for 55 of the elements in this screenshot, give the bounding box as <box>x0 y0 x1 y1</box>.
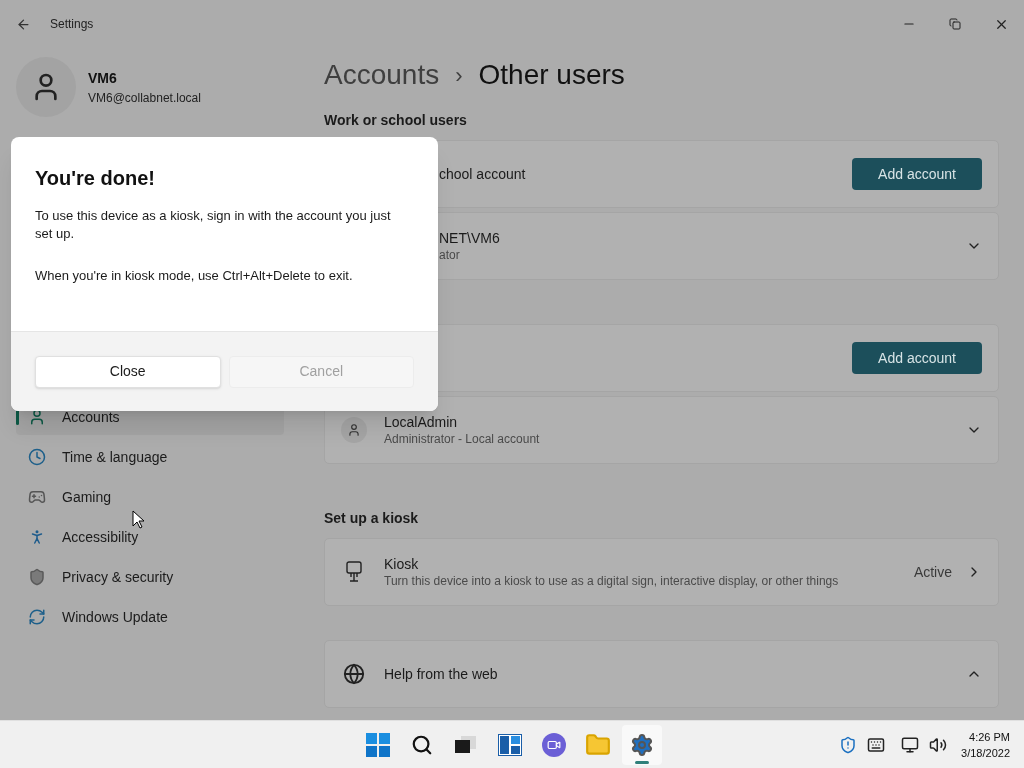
widgets-icon <box>498 734 522 756</box>
clock-date[interactable]: 3/18/2022 <box>961 744 1010 761</box>
card-title: NET\VM6 <box>439 228 500 247</box>
card-subtitle: ator <box>439 246 461 264</box>
sidebar-item[interactable]: Time & language <box>16 439 284 475</box>
section-heading: Work or school users <box>324 111 468 130</box>
card-label: chool account <box>439 164 526 184</box>
section-heading: Set up a kiosk <box>324 509 420 528</box>
network-icon[interactable] <box>901 735 920 754</box>
sidebar-item[interactable]: Privacy & security <box>16 559 284 595</box>
dialog-title: You're done! <box>35 166 156 191</box>
update-icon <box>28 608 46 626</box>
user-email: VM6@collabnet.local <box>88 89 201 107</box>
kiosk-icon <box>345 561 363 583</box>
settings-card[interactable]: Kiosk Turn this device into a kiosk to use as a digital sign, interactive display, or other things Active <box>324 538 999 606</box>
clock-icon <box>28 448 46 466</box>
settings-card[interactable]: LocalAdmin Administrator - Local account <box>324 396 999 464</box>
taskbar-button[interactable] <box>622 725 662 765</box>
page-title: Other users <box>478 58 625 92</box>
add-account-button[interactable]: Add account <box>852 158 982 190</box>
selection-indicator <box>16 409 19 425</box>
breadcrumb-separator: › <box>455 61 463 90</box>
cursor-icon <box>132 510 144 529</box>
sidebar-item[interactable]: Accessibility <box>16 519 284 555</box>
breadcrumb-parent[interactable]: Accounts <box>324 54 440 96</box>
settings-card[interactable]: Help from the web <box>324 640 999 708</box>
chat-icon <box>542 733 566 757</box>
search-icon <box>411 734 433 756</box>
back-icon[interactable] <box>16 16 31 32</box>
keyboard-icon[interactable] <box>867 735 886 754</box>
globe-icon <box>343 663 365 685</box>
active-indicator <box>635 761 649 764</box>
window-title: Settings <box>50 16 94 33</box>
task-view-icon <box>455 736 477 754</box>
sidebar-item[interactable]: Windows Update <box>16 599 284 635</box>
shield-icon <box>28 568 46 586</box>
status-text: Active <box>913 562 952 582</box>
card-title: Help from the web <box>384 665 498 683</box>
person-icon <box>28 408 46 426</box>
person-icon <box>341 417 367 443</box>
windows-logo-icon <box>366 733 390 757</box>
sidebar-item[interactable]: Gaming <box>16 479 284 515</box>
folder-icon <box>585 732 611 758</box>
card-title: LocalAdmin <box>384 412 459 431</box>
gamepad-icon <box>28 488 46 506</box>
gear-icon <box>630 733 654 757</box>
card-subtitle: Turn this device into a kiosk to use as a digital sign, interactive display, or other things <box>384 572 839 590</box>
security-warning-icon[interactable] <box>839 735 858 754</box>
user-name: VM6 <box>88 68 118 88</box>
dialog-button[interactable]: Close <box>35 355 221 388</box>
clock-time[interactable]: 4:26 PM <box>969 728 1010 745</box>
card-subtitle: Administrator - Local account <box>384 430 540 448</box>
add-account-button[interactable]: Add account <box>852 342 982 374</box>
card-title: Kiosk <box>384 554 420 573</box>
volume-icon[interactable] <box>929 735 948 754</box>
